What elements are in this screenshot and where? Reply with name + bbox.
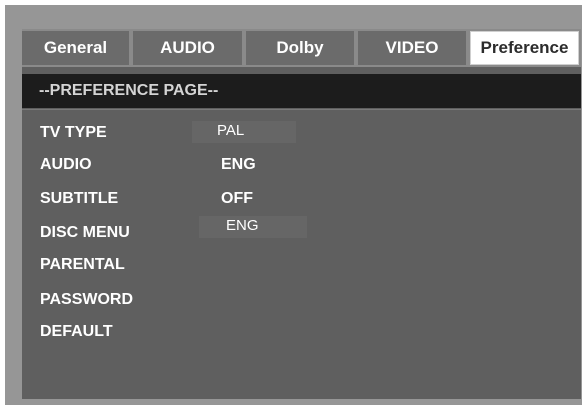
subtitle-value: OFF xyxy=(221,190,253,207)
osd-frame: General AUDIO Dolby VIDEO Preference --P… xyxy=(5,5,582,405)
disc-menu-value[interactable]: ENG xyxy=(199,216,307,238)
tv-type-value[interactable]: PAL xyxy=(192,121,296,143)
menu-item-subtitle[interactable]: SUBTITLE xyxy=(40,189,118,209)
header-divider xyxy=(22,109,581,110)
tab-bar: General AUDIO Dolby VIDEO Preference xyxy=(22,29,581,67)
tab-audio[interactable]: AUDIO xyxy=(133,31,242,65)
menu-item-audio[interactable]: AUDIO xyxy=(40,155,92,175)
page-title: --PREFERENCE PAGE-- xyxy=(22,74,581,108)
preference-screen: General AUDIO Dolby VIDEO Preference --P… xyxy=(22,29,581,399)
tab-video[interactable]: VIDEO xyxy=(358,31,466,65)
tab-preference[interactable]: Preference xyxy=(470,31,579,65)
tab-general[interactable]: General xyxy=(22,31,129,65)
menu-item-disc-menu[interactable]: DISC MENU xyxy=(40,223,130,243)
menu-item-tv-type[interactable]: TV TYPE xyxy=(40,123,107,143)
menu-item-password[interactable]: PASSWORD xyxy=(40,290,133,310)
tab-dolby[interactable]: Dolby xyxy=(246,31,354,65)
audio-value: ENG xyxy=(221,156,256,173)
menu-item-default[interactable]: DEFAULT xyxy=(40,322,113,342)
menu-item-parental[interactable]: PARENTAL xyxy=(40,255,125,275)
